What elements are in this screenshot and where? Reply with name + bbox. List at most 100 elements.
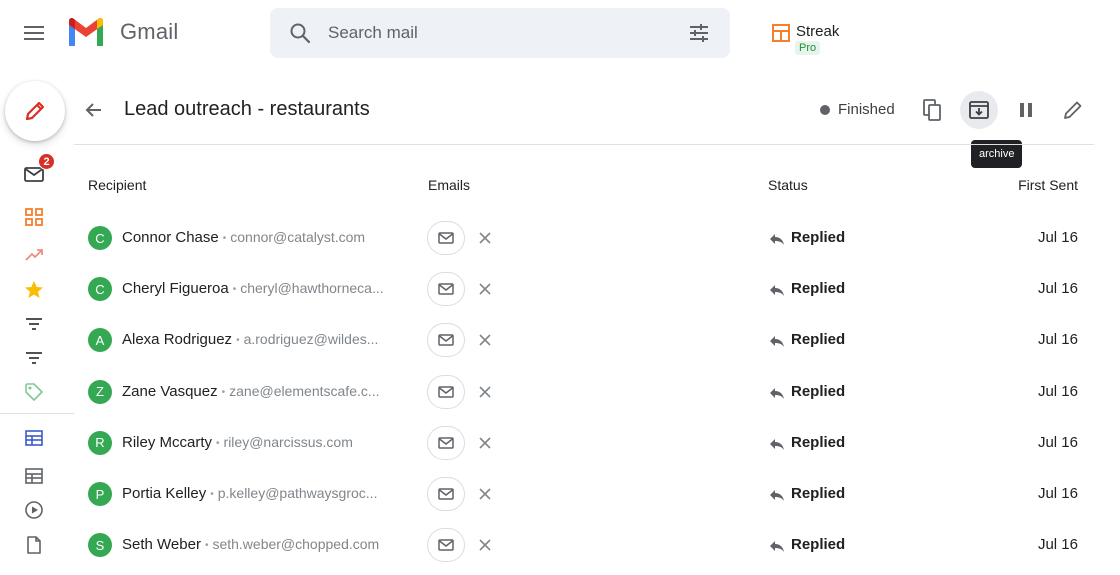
gmail-logo-icon[interactable] xyxy=(66,16,106,48)
sidebar-item-labels[interactable] xyxy=(22,380,46,404)
column-header-recipient[interactable]: Recipient xyxy=(88,177,146,193)
trending-icon xyxy=(25,249,43,261)
table-row[interactable]: Z Zane Vasquez • zane@elementscafe.c... Re… xyxy=(74,367,1104,418)
pencil-icon xyxy=(25,101,45,121)
remove-recipient-button[interactable] xyxy=(476,485,494,503)
table-row[interactable]: C Cheryl Figueroa • cheryl@hawthorneca... … xyxy=(74,264,1104,315)
reply-icon xyxy=(770,234,784,245)
remove-recipient-button[interactable] xyxy=(476,280,494,298)
top-bar: Gmail Streak Pro xyxy=(0,0,1120,66)
close-icon xyxy=(479,488,491,500)
close-icon xyxy=(479,232,491,244)
reply-status: Replied xyxy=(791,382,846,400)
back-arrow-icon[interactable] xyxy=(82,98,106,122)
view-email-button[interactable] xyxy=(427,221,465,255)
main-menu-button[interactable] xyxy=(22,21,46,45)
mail-icon xyxy=(438,283,454,295)
recipient-email: riley@narcissus.com xyxy=(223,433,353,450)
recipient-cell: Portia Kelley • p.kelley@pathwaysgroc... xyxy=(122,485,377,502)
app-name: Gmail xyxy=(120,19,179,44)
document-icon xyxy=(27,536,41,554)
header-divider xyxy=(74,144,1094,145)
close-icon xyxy=(479,386,491,398)
avatar: P xyxy=(88,482,112,506)
remove-recipient-button[interactable] xyxy=(476,229,494,247)
recipient-email: zane@elementscafe.c... xyxy=(229,382,380,399)
unread-count-badge: 2 xyxy=(38,153,55,170)
column-header-first-sent[interactable]: First Sent xyxy=(1018,177,1078,193)
view-email-button[interactable] xyxy=(427,374,465,409)
column-header-emails[interactable]: Emails xyxy=(428,177,470,193)
first-sent-date: Jul 16 xyxy=(1037,485,1078,502)
separator-dot: • xyxy=(232,284,237,296)
edit-button[interactable] xyxy=(1054,91,1092,129)
box-icon xyxy=(25,430,43,446)
table-row[interactable]: C Connor Chase • connor@catalyst.com Repli… xyxy=(74,213,1104,264)
search-input[interactable] xyxy=(328,16,668,50)
search-options-icon[interactable] xyxy=(688,22,710,44)
recipient-name: Connor Chase xyxy=(122,229,219,246)
remove-recipient-button[interactable] xyxy=(476,383,494,401)
reply-status: Replied xyxy=(791,280,846,298)
view-email-button[interactable] xyxy=(427,528,465,563)
sidebar-item-documents[interactable] xyxy=(22,533,46,557)
archive-button[interactable] xyxy=(960,91,998,129)
recipient-email: p.kelley@pathwaysgroc... xyxy=(217,485,378,501)
remove-recipient-button[interactable] xyxy=(476,434,494,452)
sidebar-divider xyxy=(0,413,74,414)
sidebar-item-starred[interactable] xyxy=(22,278,46,302)
remove-recipient-button[interactable] xyxy=(476,536,494,554)
streak-logo-icon xyxy=(772,24,790,42)
sidebar-item-pipeline-2[interactable] xyxy=(22,464,46,488)
search-icon[interactable] xyxy=(288,21,312,45)
view-email-button[interactable] xyxy=(427,477,465,511)
mail-icon xyxy=(438,488,454,500)
reply-status: Replied xyxy=(791,485,846,502)
sequence-status: Finished xyxy=(838,101,895,118)
sidebar-item-trending[interactable] xyxy=(22,243,46,267)
reply-icon xyxy=(770,387,784,399)
recipient-name: Seth Weber xyxy=(122,536,201,554)
recipient-cell: Cheryl Figueroa • cheryl@hawthorneca... xyxy=(122,280,384,297)
reply-status: Replied xyxy=(791,433,846,451)
reply-icon xyxy=(770,490,784,501)
first-sent-date: Jul 16 xyxy=(1037,536,1078,554)
avatar: C xyxy=(88,226,112,250)
recipient-email: seth.weber@chopped.com xyxy=(212,536,380,553)
recipient-cell: Seth Weber • seth.weber@chopped.com xyxy=(122,536,379,553)
recipient-name: Cheryl Figueroa xyxy=(122,280,229,298)
streak-plan-badge: Pro xyxy=(795,41,821,55)
sidebar-item-sequences[interactable] xyxy=(22,498,46,522)
compose-button[interactable] xyxy=(5,81,65,141)
sidebar-item-filter-2[interactable] xyxy=(22,346,46,370)
table-row[interactable]: A Alexa Rodriguez • a.rodriguez@wildes... … xyxy=(74,315,1104,366)
separator-dot: • xyxy=(210,489,214,500)
table-row[interactable]: S Seth Weber • seth.weber@chopped.com Repl… xyxy=(74,520,1104,571)
pencil-icon xyxy=(1064,101,1082,119)
view-email-button[interactable] xyxy=(427,425,465,460)
remove-recipient-button[interactable] xyxy=(476,331,494,349)
pause-button[interactable] xyxy=(1007,91,1045,129)
avatar: C xyxy=(88,277,112,302)
mail-icon xyxy=(438,232,454,244)
mail-icon xyxy=(438,385,454,398)
sidebar-item-apps[interactable] xyxy=(22,205,46,229)
copy-icon xyxy=(923,99,941,121)
table-row[interactable]: P Portia Kelley • p.kelley@pathwaysgroc...… xyxy=(74,469,1104,520)
copy-button[interactable] xyxy=(913,91,951,129)
streak-brand[interactable]: Streak Pro xyxy=(772,23,839,55)
separator-dot: • xyxy=(216,437,220,449)
mail-icon xyxy=(438,334,454,347)
search-bar[interactable] xyxy=(270,8,730,58)
tag-icon xyxy=(25,383,43,401)
sidebar-item-filter[interactable] xyxy=(22,312,46,336)
recipient-email: connor@catalyst.com xyxy=(230,229,366,245)
table-row[interactable]: R Riley Mccarty • riley@narcissus.com Repl… xyxy=(74,418,1104,469)
view-email-button[interactable] xyxy=(427,272,465,307)
close-icon xyxy=(479,437,491,449)
view-email-button[interactable] xyxy=(427,323,465,358)
menu-line xyxy=(24,26,44,28)
sidebar-item-pipeline[interactable] xyxy=(22,426,46,450)
first-sent-date: Jul 16 xyxy=(1037,229,1078,246)
column-header-status[interactable]: Status xyxy=(768,177,808,193)
